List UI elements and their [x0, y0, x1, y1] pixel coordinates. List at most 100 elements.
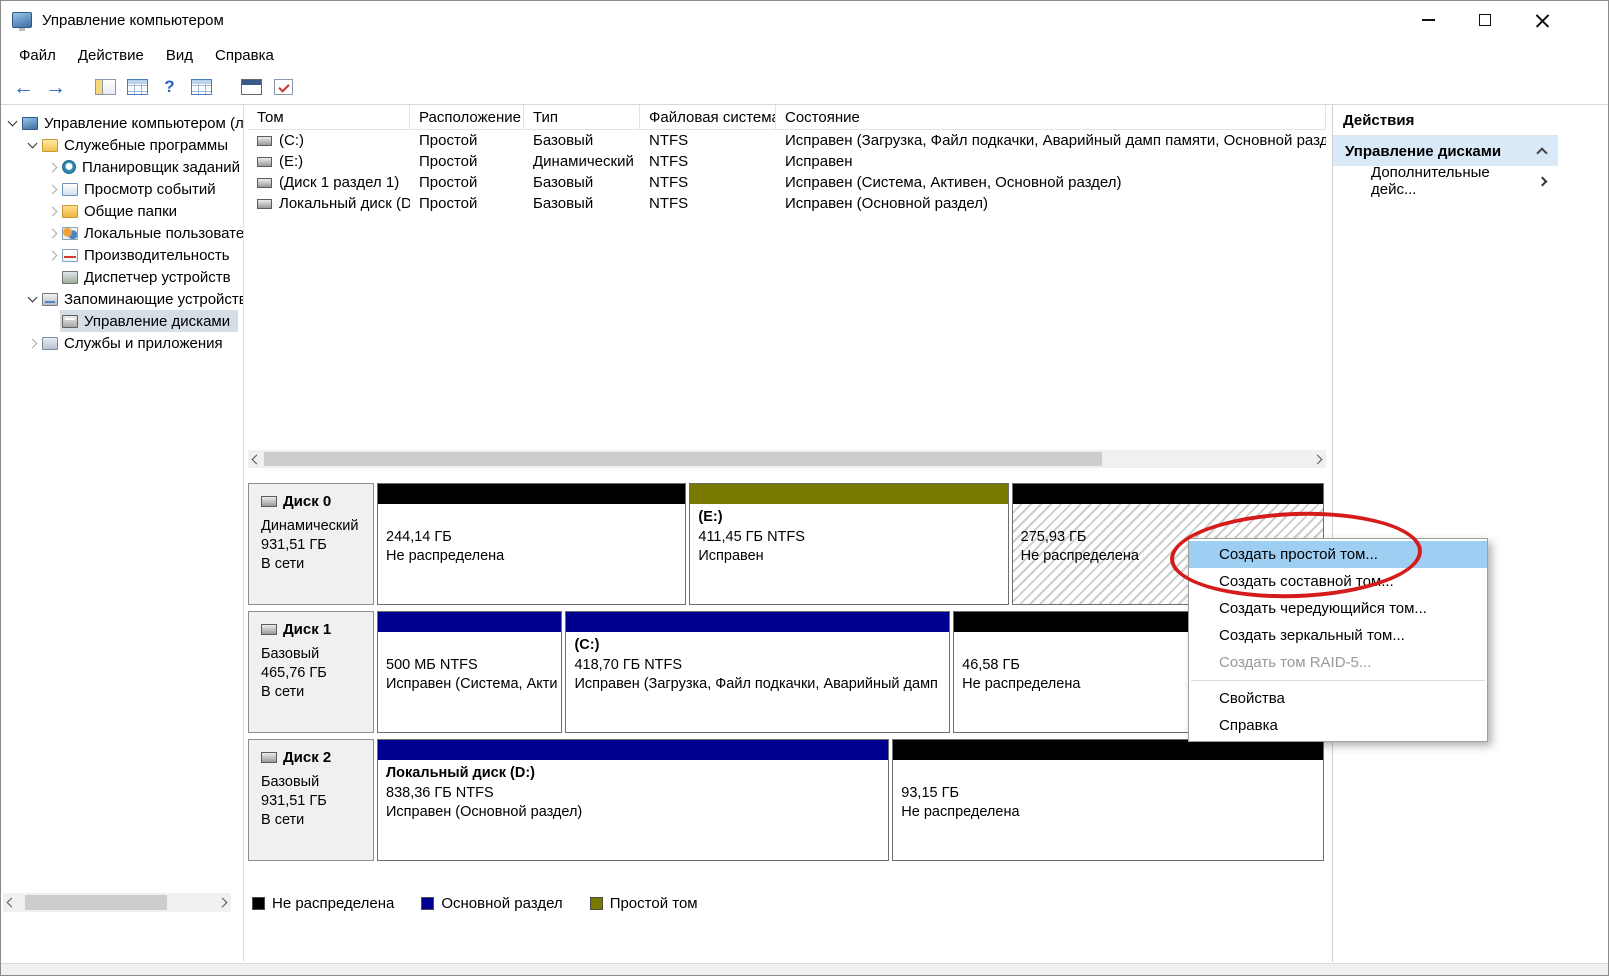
storage-icon	[42, 292, 58, 306]
sidebar-hscrollbar[interactable]	[3, 893, 231, 912]
volume-status: Исправен (Основной раздел)	[785, 195, 989, 212]
volume-filesystem: NTFS	[649, 174, 689, 191]
column-header-volume[interactable]: Том	[248, 105, 410, 129]
partition-unallocated-1[interactable]: 244,14 ГБ Не распределена	[377, 483, 687, 605]
close-button[interactable]	[1527, 5, 1557, 35]
console-window-icon	[241, 79, 262, 95]
expander-icon[interactable]	[45, 250, 60, 260]
legend-color-primary	[421, 897, 435, 910]
sidebar-item-local-users[interactable]: Локальные пользовате	[0, 222, 243, 244]
column-header-status[interactable]: Состояние	[776, 105, 1326, 129]
scroll-right-button[interactable]	[1309, 450, 1326, 468]
sidebar-item-storage[interactable]: Запоминающие устройств	[0, 288, 243, 310]
partition-unallocated-3[interactable]: 93,15 ГБ Не распределена	[892, 739, 1324, 861]
collapse-chevron-icon[interactable]	[1536, 147, 1548, 159]
sidebar-item-label: Просмотр событий	[84, 180, 216, 198]
menu-item-new-spanned-volume[interactable]: Создать составной том...	[1189, 568, 1487, 595]
export-list-button[interactable]	[124, 74, 151, 101]
volume-type: Базовый	[533, 195, 594, 212]
forward-arrow-icon	[45, 77, 66, 98]
disk-type: Базовый	[261, 774, 320, 790]
sidebar-item-label: Управление дисками	[84, 312, 231, 330]
sidebar-item-performance[interactable]: Производительность	[0, 244, 243, 266]
volume-row[interactable]: (C:) Простой Базовый NTFS Исправен (Загр…	[248, 130, 1326, 151]
partition-e[interactable]: (E:) 411,45 ГБ NTFS Исправен	[689, 483, 1009, 605]
show-console-tree-button[interactable]	[92, 74, 119, 101]
column-header-type[interactable]: Тип	[524, 105, 640, 129]
scroll-left-button[interactable]	[3, 893, 20, 912]
disk-1-label[interactable]: Диск 1 Базовый 465,76 ГБ В сети	[248, 611, 374, 733]
local-users-icon	[62, 226, 78, 240]
volume-type: Базовый	[533, 132, 594, 149]
sidebar-item-device-manager[interactable]: Диспетчер устройств	[0, 266, 243, 288]
partition-system-reserved[interactable]: 500 МБ NTFS Исправен (Система, Акти	[377, 611, 563, 733]
scroll-left-button[interactable]	[248, 450, 265, 468]
menu-view[interactable]: Вид	[155, 43, 204, 68]
actions-section-disk-management[interactable]: Управление дисками	[1333, 136, 1558, 166]
expander-icon[interactable]	[5, 116, 20, 127]
menu-item-new-striped-volume[interactable]: Создать чередующийся том...	[1189, 595, 1487, 622]
console-window-button[interactable]	[238, 74, 265, 101]
disk-name: Диск 0	[283, 493, 332, 510]
sidebar-item-disk-management[interactable]: Управление дисками	[0, 310, 243, 332]
back-arrow-icon	[13, 77, 34, 98]
partition-c[interactable]: (C:) 418,70 ГБ NTFS Исправен (Загрузка, …	[565, 611, 951, 733]
volume-filesystem: NTFS	[649, 195, 689, 212]
options-button[interactable]	[270, 74, 297, 101]
maximize-button[interactable]	[1470, 5, 1500, 35]
disk-type: Динамический	[261, 518, 359, 534]
volume-row[interactable]: (E:) Простой Динамический NTFS Исправен	[248, 151, 1326, 172]
column-header-filesystem[interactable]: Файловая система	[640, 105, 776, 129]
expander-icon[interactable]	[45, 206, 60, 216]
submenu-arrow-icon	[1537, 176, 1548, 186]
disk-icon	[261, 752, 277, 763]
expander-icon[interactable]	[25, 292, 40, 303]
scrollbar-thumb[interactable]	[25, 895, 167, 910]
sidebar-item-services[interactable]: Службы и приложения	[0, 332, 243, 354]
menu-help[interactable]: Справка	[204, 43, 285, 68]
legend-item-simple: Простой том	[589, 895, 698, 912]
legend-item-unallocated: Не распределена	[252, 895, 394, 912]
expander-icon[interactable]	[25, 338, 40, 348]
system-tools-icon	[42, 138, 58, 152]
menu-item-help[interactable]: Справка	[1189, 712, 1487, 739]
sidebar-item-shared-folders[interactable]: Общие папки	[0, 200, 243, 222]
menu-item-new-simple-volume[interactable]: Создать простой том...	[1189, 541, 1487, 568]
back-button[interactable]	[10, 74, 37, 101]
column-header-layout[interactable]: Расположение	[410, 105, 524, 129]
partition-d[interactable]: Локальный диск (D:) 838,36 ГБ NTFS Испра…	[377, 739, 890, 861]
menu-file[interactable]: Файл	[8, 43, 67, 68]
disk-0-label[interactable]: Диск 0 Динамический 931,51 ГБ В сети	[248, 483, 374, 605]
help-button[interactable]	[156, 74, 183, 101]
menu-item-new-mirrored-volume[interactable]: Создать зеркальный том...	[1189, 622, 1487, 649]
expander-icon[interactable]	[45, 184, 60, 194]
volume-row[interactable]: (Диск 1 раздел 1) Простой Базовый NTFS И…	[248, 172, 1326, 193]
minimize-button[interactable]	[1413, 5, 1443, 35]
expander-icon[interactable]	[45, 228, 60, 238]
sidebar-item-computer-management[interactable]: Управление компьютером (лс	[0, 112, 243, 134]
scrollbar-thumb[interactable]	[264, 452, 1102, 466]
forward-button[interactable]	[42, 74, 69, 101]
expander-icon[interactable]	[45, 162, 60, 172]
tree-item-content: Просмотр событий	[60, 178, 224, 200]
menu-item-properties[interactable]: Свойства	[1189, 685, 1487, 712]
sidebar-item-label: Служебные программы	[64, 136, 228, 154]
partition-color-bar	[378, 484, 686, 504]
device-manager-icon	[62, 270, 78, 284]
volume-list-hscrollbar[interactable]	[248, 450, 1326, 468]
sidebar-item-task-scheduler[interactable]: Планировщик заданий	[0, 156, 243, 178]
volume-name: (C:)	[279, 132, 304, 149]
computer-icon	[22, 116, 38, 130]
sidebar-item-system-tools[interactable]: Служебные программы	[0, 134, 243, 156]
properties-button[interactable]	[188, 74, 215, 101]
partition-label	[901, 765, 1315, 785]
actions-pane-title: Действия	[1333, 105, 1558, 136]
actions-more-item[interactable]: Дополнительные дейс...	[1333, 164, 1558, 198]
volume-row[interactable]: Локальный диск (D:) Простой Базовый NTFS…	[248, 193, 1326, 214]
disk-2-label[interactable]: Диск 2 Базовый 931,51 ГБ В сети	[248, 739, 374, 861]
sidebar-item-event-viewer[interactable]: Просмотр событий	[0, 178, 243, 200]
tree-item-content: Управление дисками	[60, 310, 239, 332]
scroll-right-button[interactable]	[214, 893, 231, 912]
expander-icon[interactable]	[25, 138, 40, 149]
menu-action[interactable]: Действие	[67, 43, 155, 68]
